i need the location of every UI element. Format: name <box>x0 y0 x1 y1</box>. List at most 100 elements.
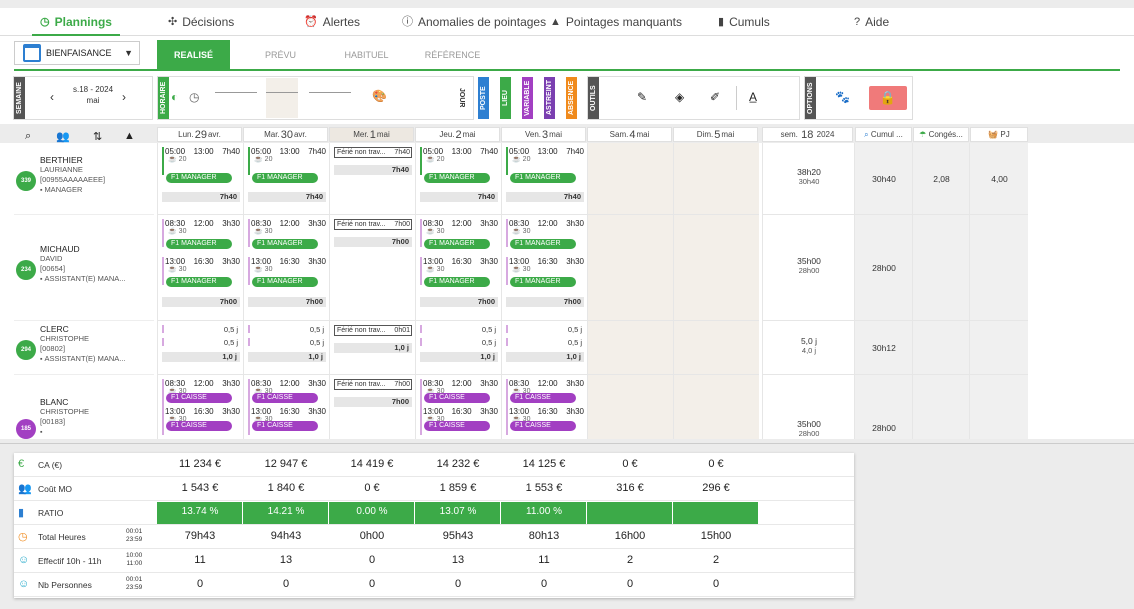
job-pill[interactable]: F1 MANAGER <box>166 277 232 287</box>
job-pill[interactable]: F1 MANAGER <box>424 173 490 183</box>
day-cell[interactable] <box>587 321 673 375</box>
add-user-icon[interactable]: 👥 <box>56 130 70 143</box>
lock-button[interactable]: 🔒 <box>869 86 907 110</box>
search-icon[interactable]: ⌕ <box>25 130 31 143</box>
half-day[interactable]: 0,5 j <box>162 338 240 347</box>
day-cell[interactable]: Férié non trav... 0h01 1,0 j <box>329 321 415 375</box>
spellcheck-icon[interactable]: A̲ <box>749 90 757 104</box>
pj-header[interactable]: 🧺 PJ <box>970 127 1028 142</box>
day-cell[interactable]: Férié non trav... 7h40 7h40 <box>329 143 415 215</box>
holiday-block[interactable]: Férié non trav... 7h00 <box>334 379 412 390</box>
job-pill[interactable]: F1 CAISSE <box>166 393 232 403</box>
time-field-start[interactable] <box>215 92 257 93</box>
tab-habituel[interactable]: HABITUEL <box>330 40 403 69</box>
tab-reference[interactable]: RÉFÉRENCE <box>416 40 489 69</box>
day-cell[interactable]: 08:30 12:00 3h30 ☕ 30 F1 MANAGER 13:00 16:30 3h… <box>501 215 587 321</box>
employee-card[interactable]: 234 MICHAUD DAVID [00654] ▪ ASSISTANT(E) MAN… <box>14 215 154 321</box>
next-week-icon[interactable]: › <box>122 90 126 104</box>
tab-plannings[interactable]: ◷ Plannings <box>32 8 120 37</box>
paw-icon[interactable]: 🐾 <box>835 90 850 104</box>
time-field-break[interactable] <box>266 78 298 118</box>
half-day[interactable]: 0,5 j <box>162 325 240 334</box>
lieu-button[interactable]: LIEU <box>500 77 511 119</box>
astreint-button[interactable]: ASTREINT <box>544 77 555 119</box>
shift-block[interactable]: 08:30 12:00 3h30 ☕ 30 <box>162 219 240 236</box>
eyedropper-icon[interactable]: ✐ <box>710 90 720 104</box>
job-pill[interactable]: F1 CAISSE <box>166 421 232 431</box>
day-cell[interactable]: Férié non trav... 7h00 7h00 <box>329 215 415 321</box>
shift-block[interactable]: 05:00 13:00 7h40 ☕ 20 <box>420 147 498 164</box>
day-cell[interactable]: 05:00 13:00 7h40 ☕ 20 F1 MANAGER 7h40 <box>415 143 501 215</box>
day-cell[interactable]: 08:30 12:00 3h30 ☕ 30 F1 MANAGER 13:00 16:30 3h… <box>415 215 501 321</box>
day-header[interactable]: Mer. 1 mai <box>329 127 414 142</box>
eraser-icon[interactable]: ◈ <box>675 90 684 104</box>
tab-pointages-manquants[interactable]: ▲ Pointages manquants <box>550 8 682 36</box>
day-cell[interactable]: Férié non trav... 7h00 7h00 <box>329 375 415 439</box>
day-cell[interactable]: 08:30 12:00 3h30 ☕ 30 F1 MANAGER 13:00 16:30 3h… <box>243 215 329 321</box>
day-cell[interactable]: 0,5 j 0,5 j 1,0 j <box>157 321 243 375</box>
site-select[interactable]: BIENFAISANCE ▼ <box>14 41 140 65</box>
absence-button[interactable]: ABSENCE <box>566 77 577 119</box>
job-pill[interactable]: F1 MANAGER <box>166 173 232 183</box>
day-cell[interactable]: 05:00 13:00 7h40 ☕ 20 F1 MANAGER 7h40 <box>501 143 587 215</box>
palette-icon[interactable]: 🎨 <box>372 89 387 103</box>
half-day[interactable]: 0,5 j <box>248 325 326 334</box>
day-cell[interactable] <box>673 375 759 439</box>
holiday-block[interactable]: Férié non trav... 7h00 <box>334 219 412 230</box>
warning-icon[interactable]: ▲ <box>124 130 135 142</box>
day-cell[interactable] <box>673 215 759 321</box>
day-cell[interactable] <box>587 375 673 439</box>
shift-block[interactable]: 08:30 12:00 3h30 ☕ 30 <box>506 219 584 236</box>
half-day[interactable]: 0,5 j <box>506 338 584 347</box>
variable-button[interactable]: VARIABLE <box>522 77 533 119</box>
conges-header[interactable]: ☂ Congés... <box>913 127 969 142</box>
poste-button[interactable]: POSTE <box>478 77 489 119</box>
half-day[interactable]: 0,5 j <box>506 325 584 334</box>
job-pill[interactable]: F1 CAISSE <box>424 393 490 403</box>
half-day[interactable]: 0,5 j <box>420 325 498 334</box>
job-pill[interactable]: F1 CAISSE <box>252 393 318 403</box>
day-cell[interactable]: 08:30 12:00 3h30 ☕ 30 F1 CAISSE 13:00 16:30 3h3… <box>157 375 243 439</box>
day-header[interactable]: Lun. 29 avr. <box>157 127 242 142</box>
half-day[interactable]: 0,5 j <box>420 338 498 347</box>
job-pill[interactable]: F1 MANAGER <box>424 239 490 249</box>
tab-realise[interactable]: REALISÉ <box>157 40 230 69</box>
job-pill[interactable]: F1 MANAGER <box>252 239 318 249</box>
jour-label[interactable]: JOUR <box>458 88 465 107</box>
job-pill[interactable]: F1 MANAGER <box>424 277 490 287</box>
shift-block[interactable]: 05:00 13:00 7h40 ☕ 20 <box>248 147 326 164</box>
sort-icon[interactable]: ⇅ <box>93 130 102 143</box>
day-cell[interactable]: 0,5 j 0,5 j 1,0 j <box>243 321 329 375</box>
day-cell[interactable]: 08:30 12:00 3h30 ☕ 30 F1 CAISSE 13:00 16:30 3h3… <box>243 375 329 439</box>
day-cell[interactable] <box>673 143 759 215</box>
holiday-block[interactable]: Férié non trav... 0h01 <box>334 325 412 336</box>
brush-icon[interactable]: ✎ <box>637 90 647 104</box>
shift-block[interactable]: 13:00 16:30 3h30 ☕ 30 <box>506 257 584 274</box>
shift-block[interactable]: 05:00 13:00 7h40 ☕ 20 <box>162 147 240 164</box>
tab-cumuls[interactable]: ▮ Cumuls <box>718 8 770 36</box>
calendar-icon[interactable] <box>23 44 41 62</box>
shift-block[interactable]: 13:00 16:30 3h30 ☕ 30 <box>248 257 326 274</box>
job-pill[interactable]: F1 CAISSE <box>510 421 576 431</box>
job-pill[interactable]: F1 CAISSE <box>510 393 576 403</box>
day-cell[interactable]: 05:00 13:00 7h40 ☕ 20 F1 MANAGER 7h40 <box>157 143 243 215</box>
tab-anomalies[interactable]: ⓘ Anomalies de pointages <box>402 8 546 36</box>
day-header[interactable]: Dim. 5 mai <box>673 127 758 142</box>
job-pill[interactable]: F1 MANAGER <box>252 277 318 287</box>
employee-card[interactable]: 339 BERTHIER LAURIANNE [00955AAAAAEEE] ▪ MAN… <box>14 143 154 215</box>
cumul-header[interactable]: ⌕ Cumul ... <box>855 127 912 142</box>
day-header[interactable]: Jeu. 2 mai <box>415 127 500 142</box>
shift-block[interactable]: 08:30 12:00 3h30 ☕ 30 <box>420 219 498 236</box>
job-pill[interactable]: F1 MANAGER <box>252 173 318 183</box>
day-cell[interactable]: 0,5 j 0,5 j 1,0 j <box>415 321 501 375</box>
half-day[interactable]: 0,5 j <box>248 338 326 347</box>
tab-prevu[interactable]: PRÉVU <box>244 40 317 69</box>
day-cell[interactable] <box>587 215 673 321</box>
half-circle-icon[interactable]: ◐ <box>171 90 178 104</box>
shift-block[interactable]: 13:00 16:30 3h30 ☕ 30 <box>162 257 240 274</box>
tab-alertes[interactable]: ⏰ Alertes <box>304 8 360 36</box>
shift-block[interactable]: 08:30 12:00 3h30 ☕ 30 <box>248 219 326 236</box>
job-pill[interactable]: F1 CAISSE <box>252 421 318 431</box>
holiday-block[interactable]: Férié non trav... 7h40 <box>334 147 412 158</box>
time-field-end[interactable] <box>309 92 351 93</box>
